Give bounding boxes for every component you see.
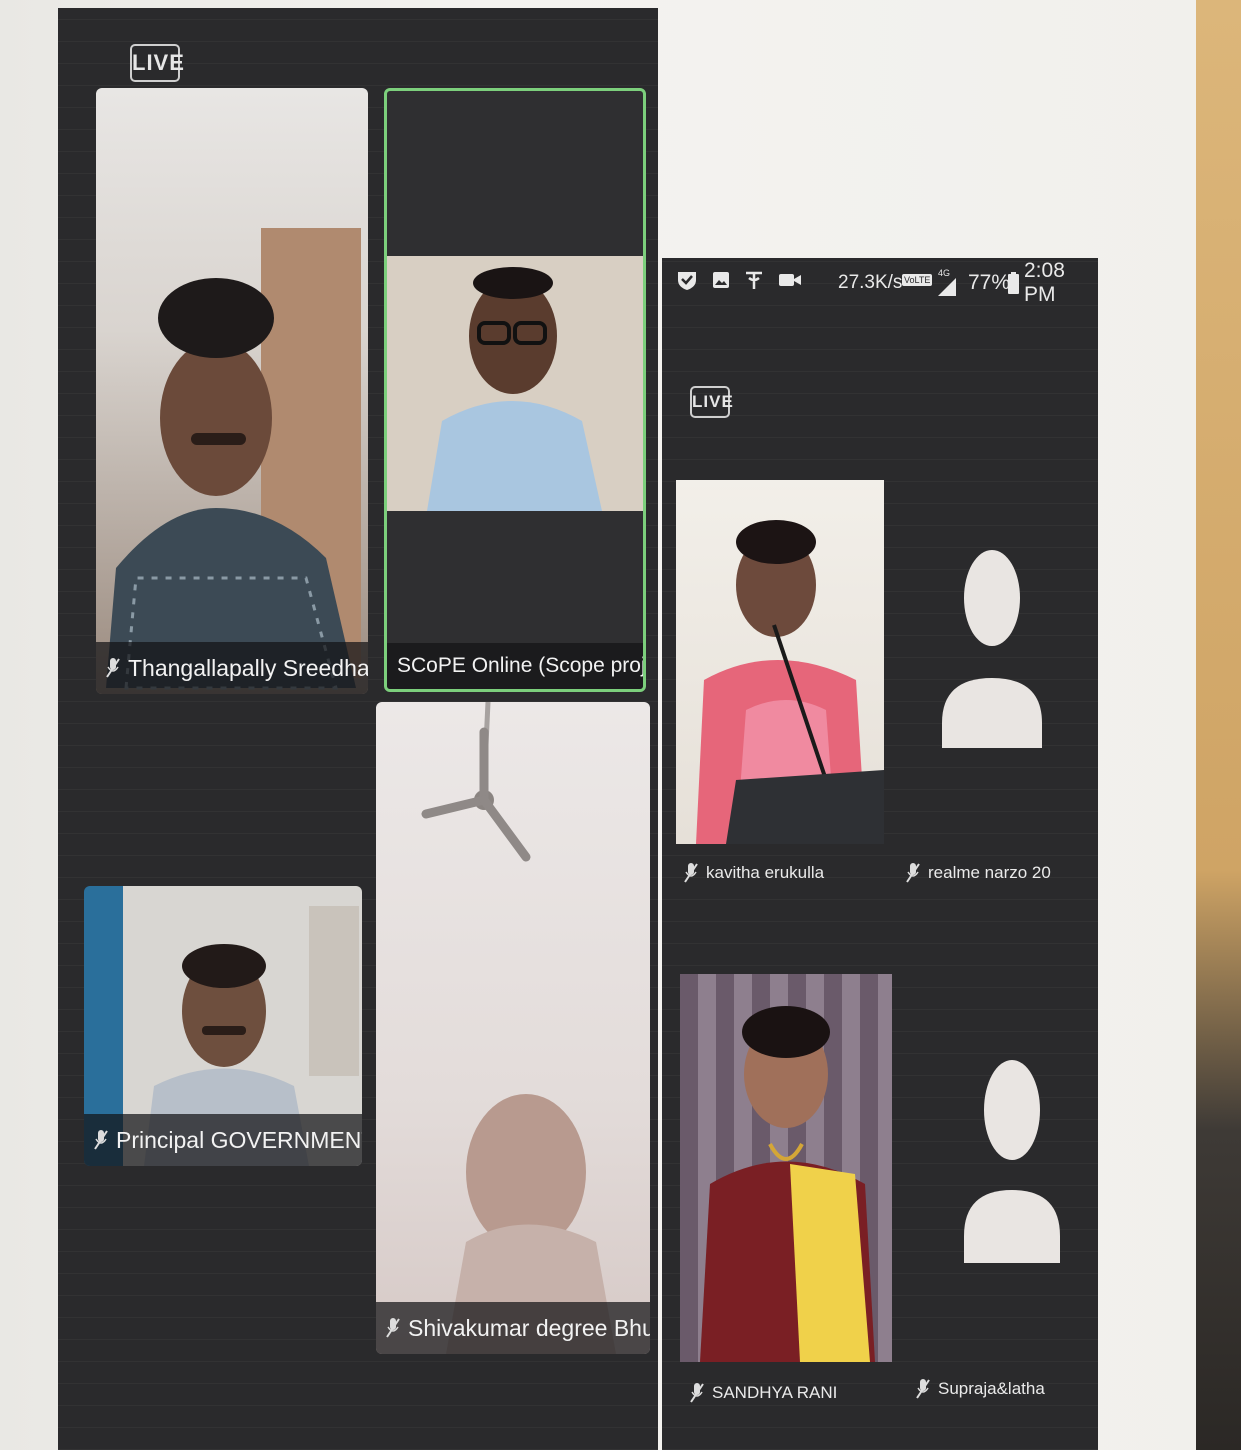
participant-name: Thangallapally Sreedhar [128, 654, 368, 681]
participant-name-bar: SCoPE Online (Scope project; V... [387, 643, 643, 689]
participant-video-1 [106, 228, 361, 690]
right-meeting-screen: 27.3K/s VoLTE 4G 77% 2:08 PM LIVE kavith… [662, 258, 1098, 1450]
participant-video-5 [696, 520, 884, 844]
participant-name: Shivakumar degree Bhupal... [408, 1314, 650, 1341]
video-tile-principal[interactable]: Principal GOVERNMENT DE... [84, 886, 362, 1166]
mic-muted-icon [684, 862, 698, 884]
shield-icon [676, 269, 698, 297]
video-tile-shivakumar[interactable]: Shivakumar degree Bhupal... [376, 702, 650, 1354]
mic-muted-icon [106, 657, 120, 679]
table-edge [1196, 0, 1241, 1450]
mic-muted-icon [94, 1129, 108, 1151]
mic-muted-icon [916, 1378, 930, 1400]
participant-label: Supraja&latha [916, 1378, 1045, 1400]
participant-name: Principal GOVERNMENT DE... [116, 1126, 362, 1153]
participant-name-bar: Shivakumar degree Bhupal... [376, 1302, 650, 1354]
phone-status-bar: 27.3K/s VoLTE 4G 77% 2:08 PM [662, 258, 1098, 308]
video-tile-scope-online[interactable]: SCoPE Online (Scope project; V... [384, 88, 646, 692]
video-tile-sandhya[interactable] [680, 974, 892, 1362]
participant-video-6 [700, 1006, 875, 1362]
participant-video-2 [387, 256, 643, 511]
participant-label: kavitha erukulla [684, 862, 824, 884]
battery-icon [1008, 272, 1019, 300]
participant-video-4 [421, 702, 616, 1354]
live-badge: LIVE [130, 44, 184, 82]
video-tile-kavitha[interactable] [676, 480, 884, 844]
participant-name: SCoPE Online (Scope project; V... [397, 654, 643, 677]
participant-name: SANDHYA RANI [712, 1383, 838, 1402]
gallery-icon [712, 271, 730, 295]
avatar-placeholder-icon [964, 1060, 1060, 1263]
left-meeting-screen: LIVE Thangallapally Sreedhar SCoPE Onlin… [58, 8, 658, 1450]
avatar-tile-supraja[interactable] [960, 1058, 1064, 1272]
mic-muted-icon [690, 1382, 704, 1404]
participant-name-bar: Principal GOVERNMENT DE... [84, 1114, 362, 1166]
payment-app-icon [744, 269, 764, 297]
signal-strength-icon [938, 278, 956, 302]
battery-percent: 77% [968, 271, 1011, 294]
volte-badge: VoLTE [902, 274, 933, 286]
video-camera-icon [778, 271, 802, 295]
participant-name: realme narzo 20 [928, 863, 1051, 882]
participant-name: Supraja&latha [938, 1379, 1045, 1398]
avatar-tile-realme[interactable] [934, 548, 1044, 758]
mic-muted-icon [906, 862, 920, 884]
mic-muted-icon [386, 1317, 400, 1339]
clock-time: 2:08 PM [1024, 259, 1065, 306]
avatar-placeholder-icon [942, 550, 1042, 748]
live-badge: LIVE [690, 386, 733, 418]
signal-type: 4G [938, 268, 951, 278]
participant-label: SANDHYA RANI [690, 1382, 837, 1404]
participant-label: realme narzo 20 [906, 862, 1051, 884]
video-tile-thangallapally[interactable]: Thangallapally Sreedhar [96, 88, 368, 694]
participant-name: kavitha erukulla [706, 863, 825, 882]
network-speed: 27.3K/s [838, 272, 903, 293]
participant-name-bar: Thangallapally Sreedhar [96, 642, 368, 694]
